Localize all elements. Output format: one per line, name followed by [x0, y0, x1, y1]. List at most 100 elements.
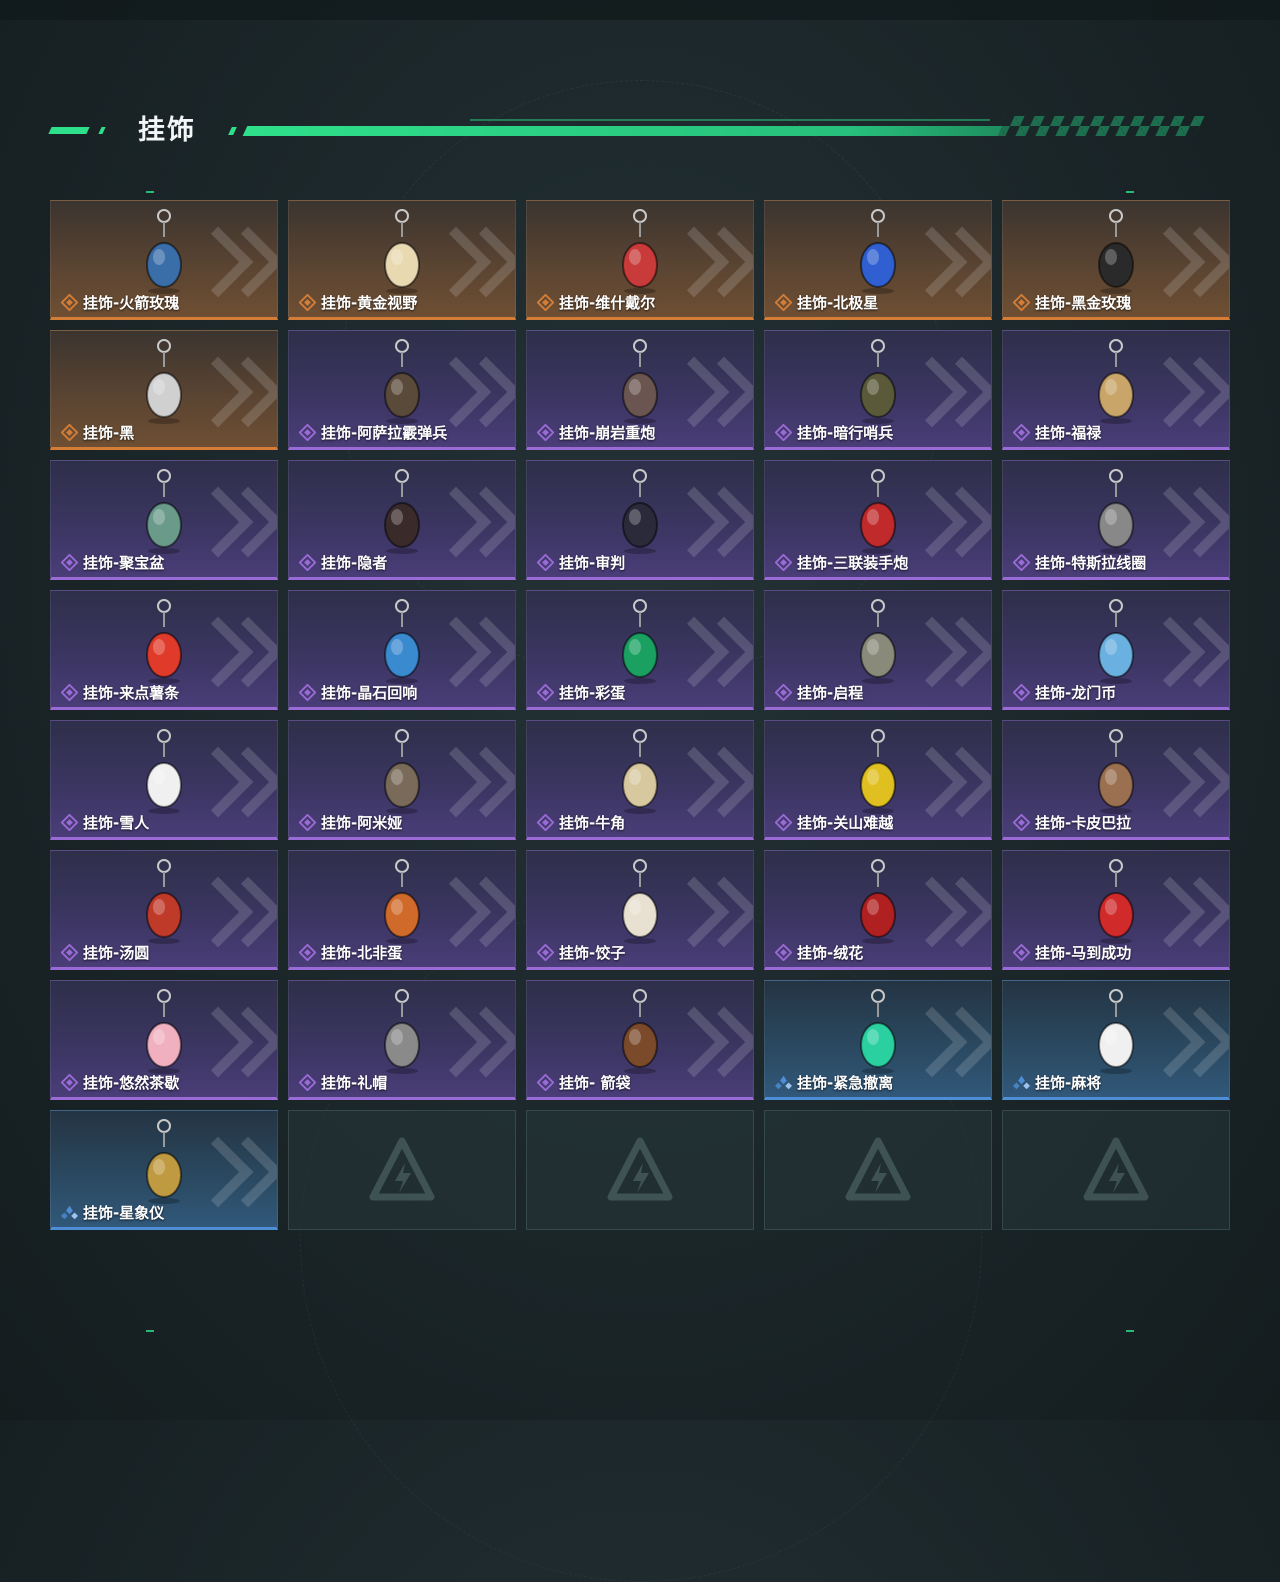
- charm-label: 挂饰-悠然茶歇: [61, 1072, 179, 1093]
- charm-label: 挂饰-黑金玫瑰: [1013, 292, 1131, 313]
- charm-card[interactable]: 挂饰-饺子: [526, 850, 754, 970]
- card-decor: [907, 619, 991, 689]
- rarity-orange-icon: [537, 294, 554, 311]
- charm-card[interactable]: 挂饰-审判: [526, 460, 754, 580]
- charm-card[interactable]: 挂饰-紧急撤离: [764, 980, 992, 1100]
- charm-card[interactable]: 挂饰-牛角: [526, 720, 754, 840]
- charm-card[interactable]: 挂饰-晶石回响: [288, 590, 516, 710]
- quiver-charm-icon: [622, 989, 658, 1074]
- rarity-purple-icon: [775, 684, 792, 701]
- card-decor: [431, 749, 515, 819]
- cupcake-charm-icon: [146, 989, 182, 1074]
- charm-card[interactable]: 挂饰-北极星: [764, 200, 992, 320]
- charm-card[interactable]: 挂饰-暗行哨兵: [764, 330, 992, 450]
- charm-label: 挂饰-麻将: [1013, 1072, 1101, 1093]
- charm-label: 挂饰-福禄: [1013, 422, 1101, 443]
- charm-card[interactable]: 挂饰-黑金玫瑰: [1002, 200, 1230, 320]
- card-decor: [431, 879, 515, 949]
- charm-card[interactable]: 挂饰-火箭玫瑰: [50, 200, 278, 320]
- charm-label: 挂饰-绒花: [775, 942, 863, 963]
- charm-name: 挂饰-礼帽: [321, 1074, 388, 1092]
- charm-label: 挂饰-马到成功: [1013, 942, 1131, 963]
- card-decor: [1145, 879, 1229, 949]
- hei-charm-icon: [146, 339, 182, 424]
- crystal-echo-charm-icon: [384, 599, 420, 684]
- charm-card[interactable]: 挂饰-关山难越: [764, 720, 992, 840]
- charm-label: 挂饰-启程: [775, 682, 863, 703]
- rarity-purple-icon: [299, 684, 316, 701]
- charm-card[interactable]: 挂饰- 箭袋: [526, 980, 754, 1100]
- snowman-charm-icon: [146, 729, 182, 814]
- top-hat-charm-icon: [384, 989, 420, 1074]
- rarity-blue-icon: [775, 1075, 792, 1090]
- charm-name: 挂饰-暗行哨兵: [797, 424, 894, 442]
- charm-label: 挂饰-暗行哨兵: [775, 422, 893, 443]
- charm-card[interactable]: 挂饰-绒花: [764, 850, 992, 970]
- charm-card[interactable]: 挂饰-崩岩重炮: [526, 330, 754, 450]
- charm-label: 挂饰-礼帽: [299, 1072, 387, 1093]
- charm-card[interactable]: 挂饰-黄金视野: [288, 200, 516, 320]
- charm-card[interactable]: 挂饰-启程: [764, 590, 992, 710]
- charm-card[interactable]: 挂饰-福禄: [1002, 330, 1230, 450]
- charm-card[interactable]: 挂饰-龙门币: [1002, 590, 1230, 710]
- charm-card[interactable]: 挂饰-来点薯条: [50, 590, 278, 710]
- charm-name: 挂饰-启程: [797, 684, 864, 702]
- easter-egg-charm-icon: [622, 599, 658, 684]
- rarity-purple-icon: [537, 554, 554, 571]
- charm-card[interactable]: 挂饰-聚宝盆: [50, 460, 278, 580]
- lungmen-coin-charm-icon: [1098, 599, 1134, 684]
- rarity-purple-icon: [299, 1074, 316, 1091]
- card-decor: [431, 489, 515, 559]
- card-decor: [1145, 229, 1229, 299]
- rarity-purple-icon: [537, 684, 554, 701]
- charm-card[interactable]: 挂饰-阿米娅: [288, 720, 516, 840]
- charm-card[interactable]: 挂饰-隐者: [288, 460, 516, 580]
- charm-card[interactable]: 挂饰-雪人: [50, 720, 278, 840]
- header-decor: [470, 119, 990, 121]
- charm-card[interactable]: 挂饰-麻将: [1002, 980, 1230, 1100]
- charm-name: 挂饰-北非蛋: [321, 944, 403, 962]
- empty-slot: [288, 1110, 516, 1230]
- charm-card[interactable]: 挂饰-马到成功: [1002, 850, 1230, 970]
- charm-card[interactable]: 挂饰-黑: [50, 330, 278, 450]
- charm-label: 挂饰-火箭玫瑰: [61, 292, 179, 313]
- charm-card[interactable]: 挂饰-彩蛋: [526, 590, 754, 710]
- delta-logo-icon: [1083, 1137, 1149, 1201]
- charm-label: 挂饰-特斯拉线圈: [1013, 552, 1146, 573]
- charm-card[interactable]: 挂饰-卡皮巴拉: [1002, 720, 1230, 840]
- charm-name: 挂饰-崩岩重炮: [559, 424, 656, 442]
- card-decor: [1145, 489, 1229, 559]
- charm-card[interactable]: 挂饰-礼帽: [288, 980, 516, 1100]
- charm-label: 挂饰-来点薯条: [61, 682, 179, 703]
- astrolabe-charm-icon: [146, 1119, 182, 1204]
- charm-name: 挂饰-来点薯条: [83, 684, 180, 702]
- charm-card[interactable]: 挂饰-悠然茶歇: [50, 980, 278, 1100]
- card-decor: [193, 1009, 277, 1079]
- rarity-purple-icon: [61, 1074, 78, 1091]
- charm-card[interactable]: 挂饰-汤圆: [50, 850, 278, 970]
- charm-label: 挂饰-彩蛋: [537, 682, 625, 703]
- capybara-charm-icon: [1098, 729, 1134, 814]
- card-decor: [193, 229, 277, 299]
- charm-card[interactable]: 挂饰-阿萨拉霰弹兵: [288, 330, 516, 450]
- charm-label: 挂饰-星象仪: [61, 1202, 164, 1223]
- judgement-tarot-charm-icon: [622, 469, 658, 554]
- charm-card[interactable]: 挂饰-星象仪: [50, 1110, 278, 1230]
- charm-label: 挂饰-三联装手炮: [775, 552, 908, 573]
- charm-card[interactable]: 挂饰-特斯拉线圈: [1002, 460, 1230, 580]
- charm-card[interactable]: 挂饰-三联装手炮: [764, 460, 992, 580]
- rarity-purple-icon: [299, 424, 316, 441]
- mahjong-charm-icon: [1098, 989, 1134, 1074]
- treasure-bowl-charm-icon: [146, 469, 182, 554]
- black-gold-rose-charm-icon: [1098, 209, 1134, 294]
- charm-card[interactable]: 挂饰-北非蛋: [288, 850, 516, 970]
- charm-name: 挂饰-聚宝盆: [83, 554, 165, 572]
- charm-label: 挂饰-聚宝盆: [61, 552, 164, 573]
- bull-horns-charm-icon: [622, 729, 658, 814]
- rarity-purple-icon: [537, 814, 554, 831]
- rarity-purple-icon: [537, 424, 554, 441]
- corner-tick: [1126, 191, 1134, 193]
- charm-card[interactable]: 挂饰-维什戴尔: [526, 200, 754, 320]
- charm-label: 挂饰-黄金视野: [299, 292, 417, 313]
- charm-name: 挂饰-悠然茶歇: [83, 1074, 180, 1092]
